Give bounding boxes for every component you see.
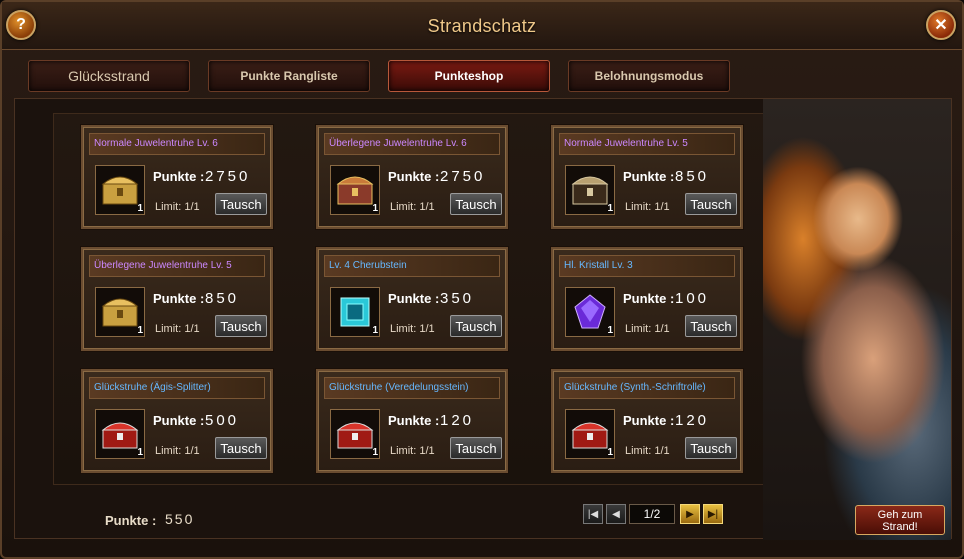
item-points-label: Punkte : <box>388 291 440 306</box>
item-points-value: 500 <box>205 412 240 429</box>
item-name: Lv. 4 Cherubstein <box>324 255 500 277</box>
gold-chest-icon[interactable]: 1 <box>95 165 145 215</box>
footer-points-value: 550 <box>165 511 195 527</box>
item-points-label: Punkte : <box>623 169 675 184</box>
item-points-value: 120 <box>675 412 710 429</box>
game-window: Strandschatz ? ✕ Glücksstrand Punkte Ran… <box>0 0 964 559</box>
red-chest-icon[interactable]: 1 <box>330 409 380 459</box>
item-quantity: 1 <box>372 325 378 336</box>
ornate-chest-icon[interactable]: 1 <box>330 165 380 215</box>
exchange-button[interactable]: Tausch <box>215 315 267 337</box>
item-name: Glückstruhe (Veredelungsstein) <box>324 377 500 399</box>
item-points-label: Punkte : <box>153 169 205 184</box>
item-limit: Limit: 1/1 <box>625 323 670 335</box>
purple-crystal-icon[interactable]: 1 <box>565 287 615 337</box>
item-limit: Limit: 1/1 <box>625 201 670 213</box>
item-limit: Limit: 1/1 <box>155 323 200 335</box>
exchange-button[interactable]: Tausch <box>450 193 502 215</box>
item-name: Normale Juwelentruhe Lv. 5 <box>559 133 735 155</box>
item-quantity: 1 <box>607 447 613 458</box>
item-limit: Limit: 1/1 <box>155 201 200 213</box>
item-points-value: 350 <box>440 290 475 307</box>
item-quantity: 1 <box>137 203 143 214</box>
footer-points-label: Punkte : <box>105 513 157 528</box>
page-indicator: 1/2 <box>629 504 675 524</box>
tab-bar: Glücksstrand Punkte Rangliste Punkteshop… <box>2 60 962 94</box>
first-page-icon[interactable]: |◀ <box>583 504 603 524</box>
item-quantity: 1 <box>372 203 378 214</box>
item-points-label: Punkte : <box>388 169 440 184</box>
item-quantity: 1 <box>137 447 143 458</box>
window-title: Strandschatz <box>427 16 537 36</box>
next-page-icon[interactable]: ▶ <box>680 504 700 524</box>
item-name: Glückstruhe (Synth.-Schriftrolle) <box>559 377 735 399</box>
item-limit: Limit: 1/1 <box>155 445 200 457</box>
shop-item-card: Glückstruhe (Synth.-Schriftrolle) 1 Punkte… <box>551 369 743 473</box>
item-limit: Limit: 1/1 <box>390 201 435 213</box>
item-name: Normale Juwelentruhe Lv. 6 <box>89 133 265 155</box>
item-points-value: 2750 <box>440 168 486 185</box>
shop-item-card: Lv. 4 Cherubstein 1 Punkte :350 Limit: 1/1 T… <box>316 247 508 351</box>
red-chest-icon[interactable]: 1 <box>565 409 615 459</box>
cyan-gem-icon[interactable]: 1 <box>330 287 380 337</box>
exchange-button[interactable]: Tausch <box>685 193 737 215</box>
exchange-button[interactable]: Tausch <box>215 437 267 459</box>
tab-punkteshop[interactable]: Punkteshop <box>388 60 550 92</box>
item-points-value: 100 <box>675 290 710 307</box>
tab-punkte-rangliste[interactable]: Punkte Rangliste <box>208 60 370 92</box>
shop-item-card: Glückstruhe (Ägis-Splitter) 1 Punkte :500 L… <box>81 369 273 473</box>
item-limit: Limit: 1/1 <box>390 323 435 335</box>
item-name: Glückstruhe (Ägis-Splitter) <box>89 377 265 399</box>
item-limit: Limit: 1/1 <box>625 445 670 457</box>
gold-chest-icon[interactable]: 1 <box>95 287 145 337</box>
item-points-label: Punkte : <box>153 413 205 428</box>
item-points-value: 120 <box>440 412 475 429</box>
item-points-value: 2750 <box>205 168 251 185</box>
exchange-button[interactable]: Tausch <box>215 193 267 215</box>
close-button[interactable]: ✕ <box>926 10 956 40</box>
shop-item-card: Überlegene Juwelentruhe Lv. 6 1 Punkte :27… <box>316 125 508 229</box>
item-points-label: Punkte : <box>623 413 675 428</box>
red-chest-icon[interactable]: 1 <box>95 409 145 459</box>
item-quantity: 1 <box>137 325 143 336</box>
item-points-value: 850 <box>675 168 710 185</box>
goto-beach-line2: Strand! <box>882 521 918 533</box>
goto-beach-line1: Geh zum <box>877 509 923 521</box>
shop-item-card: Normale Juwelentruhe Lv. 6 1 Punkte :2750 L… <box>81 125 273 229</box>
item-points-value: 850 <box>205 290 240 307</box>
shop-item-card: Glückstruhe (Veredelungsstein) 1 Punkte :1… <box>316 369 508 473</box>
goto-beach-button[interactable]: Geh zum Strand! <box>855 505 945 535</box>
prev-page-icon[interactable]: ◀ <box>606 504 626 524</box>
item-quantity: 1 <box>372 447 378 458</box>
exchange-button[interactable]: Tausch <box>685 437 737 459</box>
tab-gluecksstrand[interactable]: Glücksstrand <box>28 60 190 92</box>
item-points-label: Punkte : <box>388 413 440 428</box>
item-name: Überlegene Juwelentruhe Lv. 5 <box>89 255 265 277</box>
character-portrait <box>763 99 951 540</box>
shop-item-card: Normale Juwelentruhe Lv. 5 1 Punkte :850 Li… <box>551 125 743 229</box>
shop-item-card: Überlegene Juwelentruhe Lv. 5 1 Punkte :85… <box>81 247 273 351</box>
tab-belohnungsmodus[interactable]: Belohnungsmodus <box>568 60 730 92</box>
help-button[interactable]: ? <box>6 10 36 40</box>
pager: |◀ ◀ 1/2 ▶ ▶| <box>583 504 728 526</box>
content-area: Punkte : 550 |◀ ◀ 1/2 ▶ ▶| Geh zum Stran… <box>14 98 952 540</box>
item-points-label: Punkte : <box>623 291 675 306</box>
item-name: Überlegene Juwelentruhe Lv. 6 <box>324 133 500 155</box>
item-quantity: 1 <box>607 203 613 214</box>
item-points-label: Punkte : <box>153 291 205 306</box>
exchange-button[interactable]: Tausch <box>685 315 737 337</box>
item-name: Hl. Kristall Lv. 3 <box>559 255 735 277</box>
exchange-button[interactable]: Tausch <box>450 437 502 459</box>
exchange-button[interactable]: Tausch <box>450 315 502 337</box>
shop-item-card: Hl. Kristall Lv. 3 1 Punkte :100 Limit: 1/1… <box>551 247 743 351</box>
title-bar: Strandschatz ? ✕ <box>2 2 962 50</box>
silver-chest-icon[interactable]: 1 <box>565 165 615 215</box>
item-quantity: 1 <box>607 325 613 336</box>
item-limit: Limit: 1/1 <box>390 445 435 457</box>
last-page-icon[interactable]: ▶| <box>703 504 723 524</box>
